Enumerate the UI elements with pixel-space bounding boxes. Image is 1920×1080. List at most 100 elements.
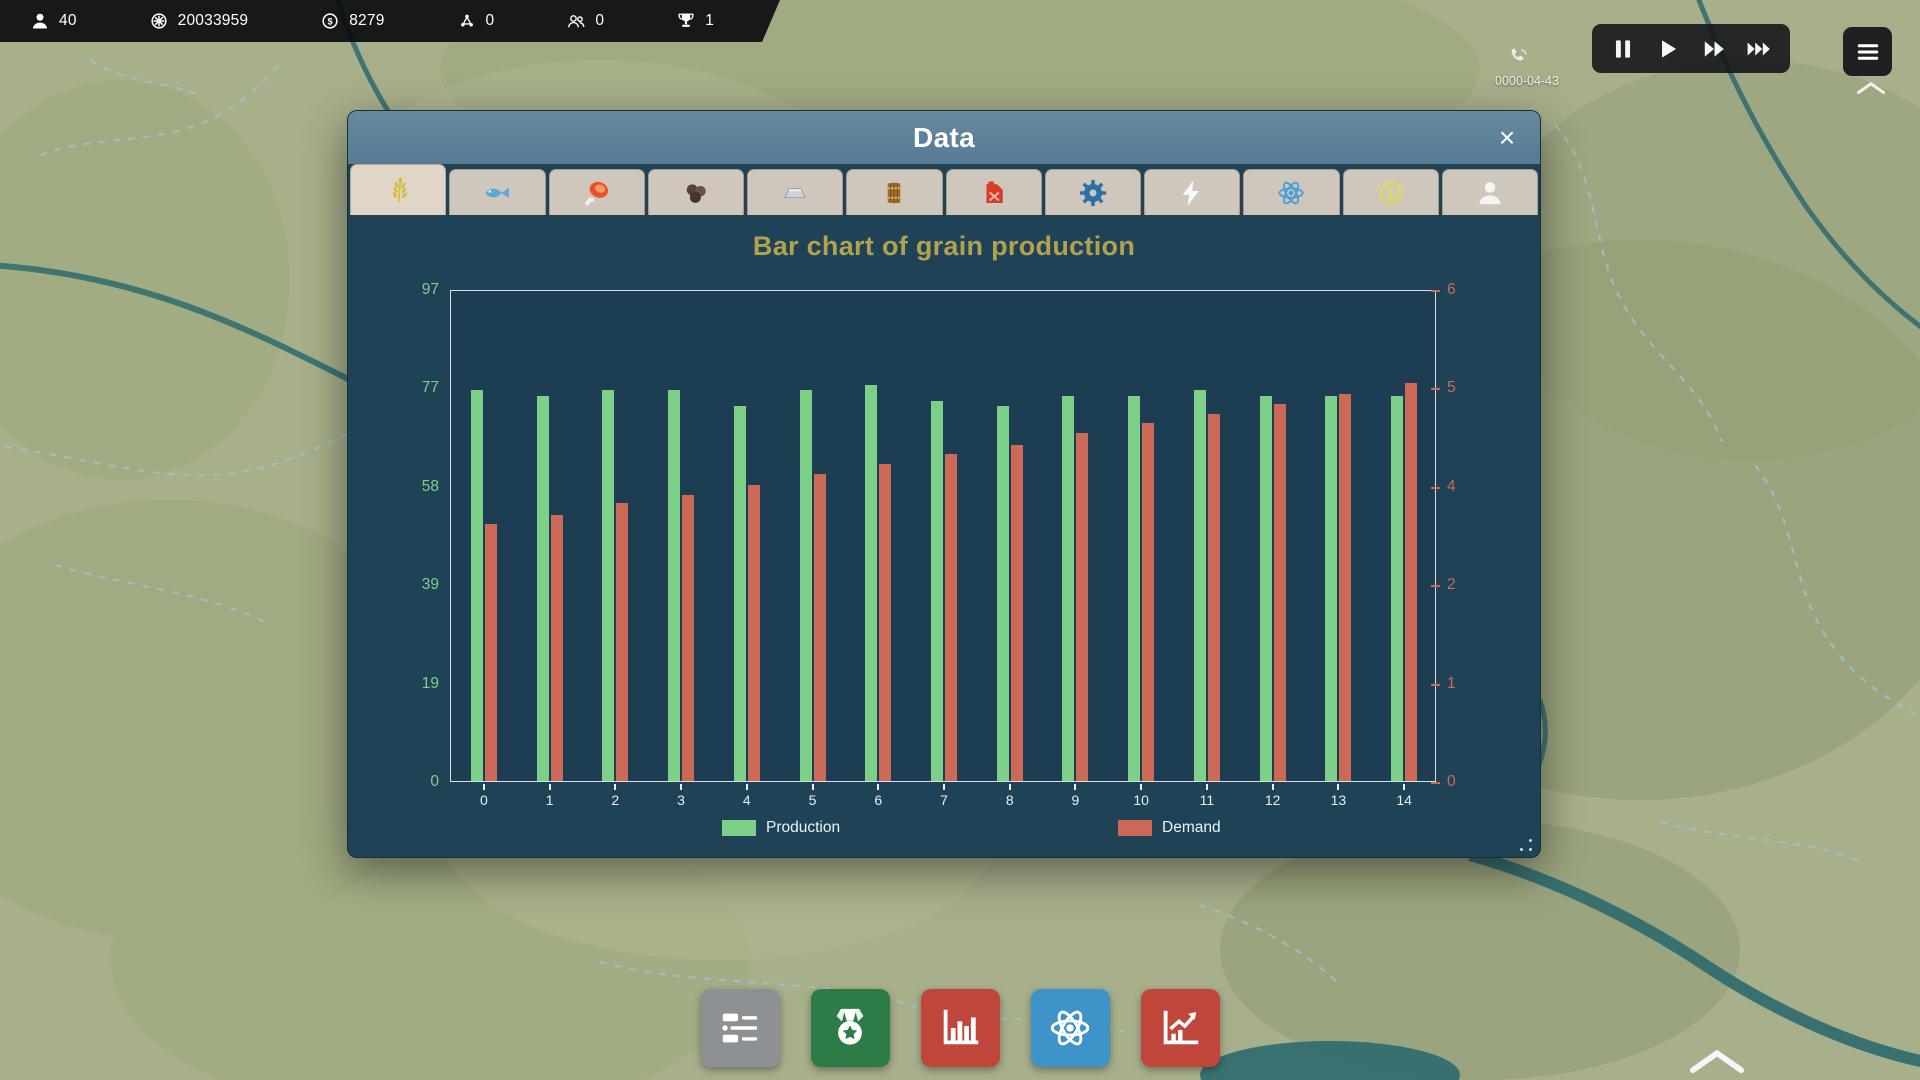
fast-forward-icon <box>1701 36 1727 62</box>
x-axis-tick <box>680 784 682 790</box>
bar-demand-8 <box>1011 445 1023 781</box>
tab-metal[interactable] <box>747 169 843 215</box>
bar-demand-6 <box>879 464 891 781</box>
economy-button[interactable] <box>1141 989 1220 1067</box>
tab-fish[interactable] <box>449 169 545 215</box>
x-axis-tick <box>1272 784 1274 790</box>
overview-button[interactable] <box>701 989 780 1067</box>
hud-stat-value: 40 <box>59 12 77 30</box>
menu-button[interactable] <box>1843 27 1892 76</box>
tab-fuel[interactable] <box>946 169 1042 215</box>
svg-text:$: $ <box>328 17 333 27</box>
fast-button[interactable] <box>1699 34 1729 64</box>
x-axis-tick <box>549 784 551 790</box>
hud-stat-citizens: 40 <box>30 11 77 31</box>
atom-icon <box>1047 1005 1093 1051</box>
bar-demand-9 <box>1076 433 1088 782</box>
coin-icon: $ <box>1376 178 1406 208</box>
x-axis-label: 6 <box>861 792 895 808</box>
x-axis-tick <box>877 784 879 790</box>
left-axis-label: 19 <box>375 675 439 693</box>
legend-item-demand: Demand <box>1118 819 1221 837</box>
left-axis-label: 0 <box>375 773 439 791</box>
tab-people[interactable] <box>1442 169 1538 215</box>
bar-production-4 <box>734 406 746 781</box>
chart-legend: ProductionDemand <box>450 819 1436 841</box>
statistics-button[interactable] <box>921 989 1000 1067</box>
bar-production-10 <box>1128 396 1140 782</box>
group-icon <box>566 11 586 31</box>
x-axis-label: 1 <box>533 792 567 808</box>
bar-production-12 <box>1260 396 1272 782</box>
hud-stat-science: 0 <box>457 11 495 31</box>
close-button[interactable]: × <box>1488 119 1526 157</box>
chevron-up-icon[interactable] <box>1688 1046 1746 1066</box>
bar-production-2 <box>602 390 614 781</box>
trophy-icon <box>676 11 696 31</box>
legend-swatch <box>1118 820 1152 836</box>
right-axis-tick <box>1431 388 1440 390</box>
phone-icon <box>1508 46 1530 68</box>
x-axis-label: 3 <box>664 792 698 808</box>
tab-coal[interactable] <box>648 169 744 215</box>
speed-controls <box>1592 24 1790 73</box>
chart-title: Bar chart of grain production <box>348 231 1540 262</box>
hud-stat-value: 8279 <box>349 12 384 30</box>
hud-stat-value: 0 <box>595 12 604 30</box>
bar-demand-11 <box>1208 414 1220 781</box>
resize-handle[interactable] <box>1520 839 1532 851</box>
right-axis-tick <box>1431 585 1440 587</box>
fish-icon <box>482 178 512 208</box>
bar-demand-3 <box>682 495 694 781</box>
bar-demand-2 <box>616 503 628 781</box>
dialog-titlebar[interactable]: Data × <box>348 111 1540 164</box>
fastest-icon <box>1746 36 1772 62</box>
bar-demand-5 <box>814 474 826 782</box>
bar-production-11 <box>1194 390 1206 781</box>
hud-stat-achievements: 1 <box>676 11 714 31</box>
bar-demand-1 <box>551 515 563 781</box>
tab-power[interactable] <box>1144 169 1240 215</box>
x-axis-label: 0 <box>467 792 501 808</box>
play-button[interactable] <box>1653 34 1683 64</box>
bar-production-9 <box>1062 396 1074 782</box>
tab-money[interactable]: $ <box>1343 169 1439 215</box>
power-icon <box>1177 178 1207 208</box>
tab-machinery[interactable] <box>1045 169 1141 215</box>
hud-stats: 40 20033959 $8279 0 0 1 <box>0 0 780 42</box>
resource-tabs: $ <box>350 164 1538 215</box>
tab-science[interactable] <box>1243 169 1339 215</box>
right-axis-label: 4 <box>1447 478 1511 496</box>
data-dialog: Data × $ Bar chart of grain production 0… <box>347 110 1541 858</box>
citizen-icon <box>30 11 50 31</box>
right-axis-label: 2 <box>1447 576 1511 594</box>
chevron-up-icon[interactable] <box>1856 80 1886 95</box>
x-axis-tick <box>746 784 748 790</box>
coal-icon <box>681 178 711 208</box>
fastest-button[interactable] <box>1744 34 1774 64</box>
right-axis-tick <box>1431 290 1440 292</box>
tab-meat[interactable] <box>549 169 645 215</box>
bar-production-8 <box>997 406 1009 781</box>
x-axis-label: 2 <box>598 792 632 808</box>
x-axis-label: 12 <box>1256 792 1290 808</box>
bar-production-13 <box>1325 396 1337 782</box>
x-axis-label: 13 <box>1321 792 1355 808</box>
x-axis-tick <box>1337 784 1339 790</box>
right-axis-tick <box>1431 782 1440 784</box>
tab-barrel[interactable] <box>846 169 942 215</box>
tab-grain[interactable] <box>350 164 446 215</box>
hud-stat-money: $8279 <box>320 11 384 31</box>
achievements-button[interactable] <box>811 989 890 1067</box>
game-screen: 4020033959$8279001 0000-04-43 Data × $ B… <box>0 0 1920 1080</box>
research-button[interactable] <box>1031 989 1110 1067</box>
pause-button[interactable] <box>1608 34 1638 64</box>
meat-icon <box>582 178 612 208</box>
barrel-icon <box>879 178 909 208</box>
barchart-icon <box>937 1005 983 1051</box>
x-axis-tick <box>1403 784 1405 790</box>
hud-stat-value: 20033959 <box>178 12 249 30</box>
x-axis-tick <box>1074 784 1076 790</box>
x-axis-tick <box>1206 784 1208 790</box>
bar-production-6 <box>865 385 877 781</box>
